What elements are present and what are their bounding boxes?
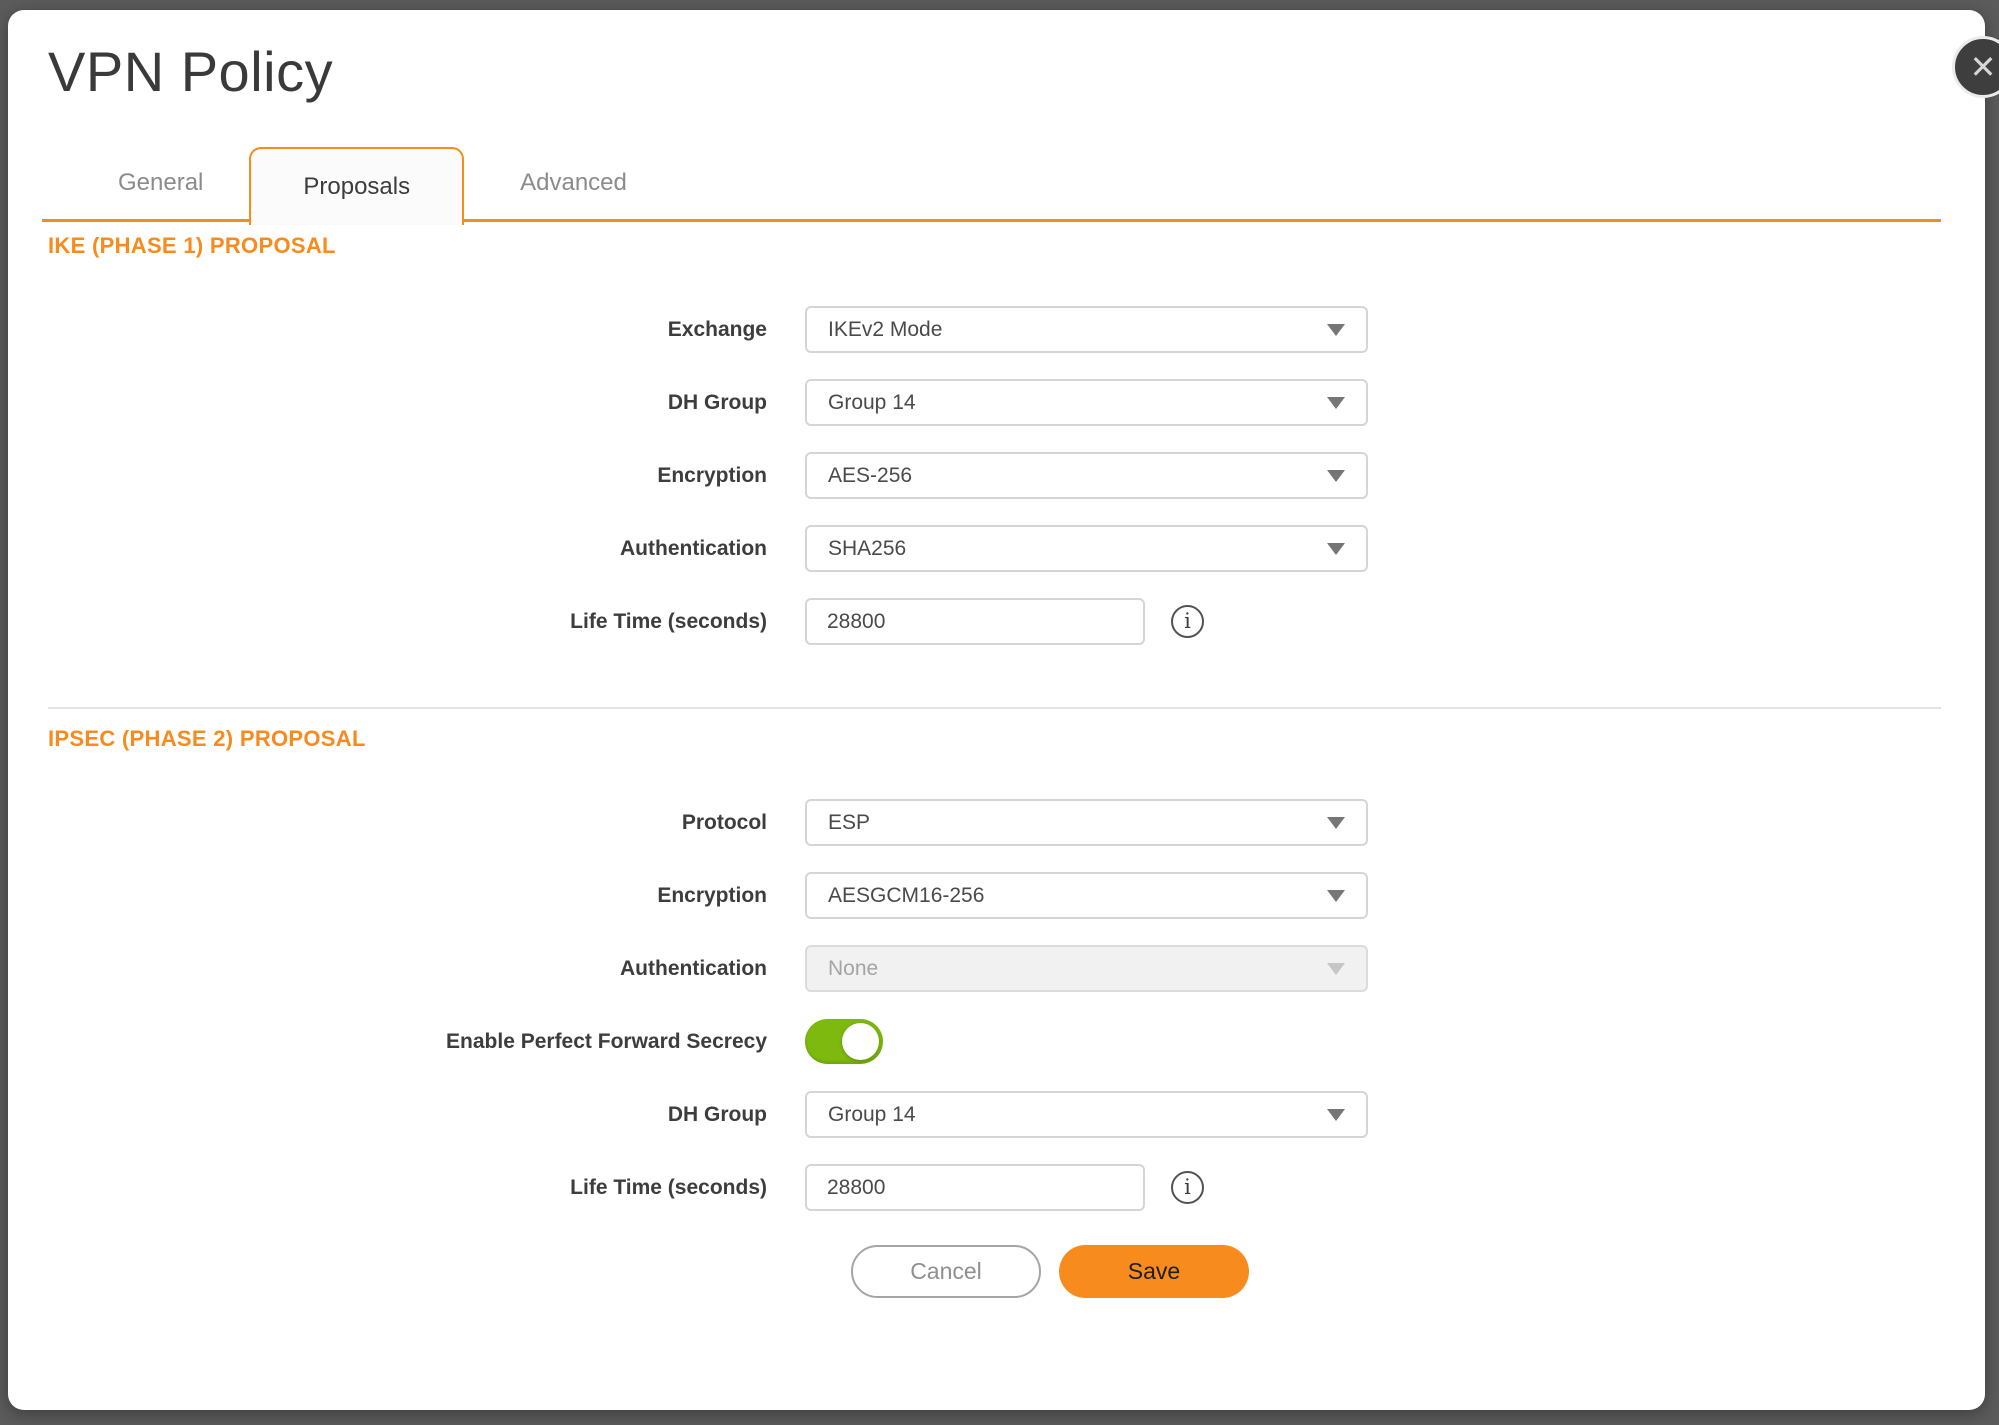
- chevron-down-icon: [1327, 470, 1345, 482]
- pfs-toggle[interactable]: [805, 1019, 883, 1064]
- ike-dh-group-row: DH Group Group 14: [8, 379, 1985, 426]
- dialog-title: VPN Policy: [48, 40, 1985, 104]
- ike-dh-group-label: DH Group: [8, 391, 805, 415]
- exchange-label: Exchange: [8, 318, 805, 342]
- ipsec-dh-group-row: DH Group Group 14: [8, 1091, 1985, 1138]
- ike-authentication-value: SHA256: [828, 537, 906, 561]
- ipsec-encryption-label: Encryption: [8, 884, 805, 908]
- pfs-row: Enable Perfect Forward Secrecy: [8, 1018, 1985, 1065]
- tab-bar: General Proposals Advanced: [42, 150, 1941, 222]
- ipsec-section-heading: IPSEC (PHASE 2) PROPOSAL: [48, 725, 1941, 753]
- ike-encryption-select[interactable]: AES-256: [805, 452, 1368, 499]
- protocol-value: ESP: [828, 811, 870, 835]
- exchange-value: IKEv2 Mode: [828, 318, 942, 342]
- ike-lifetime-input[interactable]: [805, 598, 1145, 645]
- ike-authentication-row: Authentication SHA256: [8, 525, 1985, 572]
- pfs-label: Enable Perfect Forward Secrecy: [8, 1030, 805, 1054]
- protocol-select[interactable]: ESP: [805, 799, 1368, 846]
- ike-encryption-value: AES-256: [828, 464, 912, 488]
- info-icon[interactable]: i: [1171, 605, 1204, 638]
- tab-general[interactable]: General: [72, 147, 249, 219]
- ipsec-section-rows: Protocol ESP Encryption AESGCM16-256 Aut…: [8, 799, 1985, 1211]
- ipsec-dh-group-select[interactable]: Group 14: [805, 1091, 1368, 1138]
- ike-lifetime-row: Life Time (seconds) i: [8, 598, 1985, 645]
- toggle-knob: [842, 1023, 879, 1060]
- dialog-footer: Cancel Save: [851, 1245, 1985, 1298]
- protocol-row: Protocol ESP: [8, 799, 1985, 846]
- info-icon[interactable]: i: [1171, 1171, 1204, 1204]
- vpn-policy-dialog: VPN Policy General Proposals Advanced IK…: [8, 10, 1985, 1410]
- ike-authentication-select[interactable]: SHA256: [805, 525, 1368, 572]
- ike-section-rows: Exchange IKEv2 Mode DH Group Group 14 En…: [8, 306, 1985, 645]
- section-divider: [48, 707, 1941, 709]
- tab-proposals[interactable]: Proposals: [249, 147, 464, 225]
- ipsec-authentication-select: None: [805, 945, 1368, 992]
- ipsec-lifetime-label: Life Time (seconds): [8, 1176, 805, 1200]
- ipsec-authentication-value: None: [828, 957, 878, 981]
- ipsec-authentication-label: Authentication: [8, 957, 805, 981]
- chevron-down-icon: [1327, 890, 1345, 902]
- ike-section-heading: IKE (PHASE 1) PROPOSAL: [48, 232, 1941, 260]
- ipsec-encryption-row: Encryption AESGCM16-256: [8, 872, 1985, 919]
- tab-advanced[interactable]: Advanced: [474, 147, 673, 219]
- ike-lifetime-label: Life Time (seconds): [8, 610, 805, 634]
- chevron-down-icon: [1327, 817, 1345, 829]
- chevron-down-icon: [1327, 963, 1345, 975]
- chevron-down-icon: [1327, 1109, 1345, 1121]
- ike-dh-group-select[interactable]: Group 14: [805, 379, 1368, 426]
- cancel-button[interactable]: Cancel: [851, 1245, 1041, 1298]
- chevron-down-icon: [1327, 543, 1345, 555]
- save-button[interactable]: Save: [1059, 1245, 1249, 1298]
- ipsec-lifetime-input[interactable]: [805, 1164, 1145, 1211]
- ipsec-encryption-value: AESGCM16-256: [828, 884, 984, 908]
- ike-encryption-label: Encryption: [8, 464, 805, 488]
- protocol-label: Protocol: [8, 811, 805, 835]
- ipsec-encryption-select[interactable]: AESGCM16-256: [805, 872, 1368, 919]
- ike-dh-group-value: Group 14: [828, 391, 916, 415]
- ipsec-dh-group-label: DH Group: [8, 1103, 805, 1127]
- exchange-row: Exchange IKEv2 Mode: [8, 306, 1985, 353]
- ipsec-dh-group-value: Group 14: [828, 1103, 916, 1127]
- ipsec-authentication-row: Authentication None: [8, 945, 1985, 992]
- ike-authentication-label: Authentication: [8, 537, 805, 561]
- exchange-select[interactable]: IKEv2 Mode: [805, 306, 1368, 353]
- chevron-down-icon: [1327, 397, 1345, 409]
- ipsec-lifetime-row: Life Time (seconds) i: [8, 1164, 1985, 1211]
- ike-encryption-row: Encryption AES-256: [8, 452, 1985, 499]
- chevron-down-icon: [1327, 324, 1345, 336]
- close-icon: ✕: [1970, 51, 1997, 83]
